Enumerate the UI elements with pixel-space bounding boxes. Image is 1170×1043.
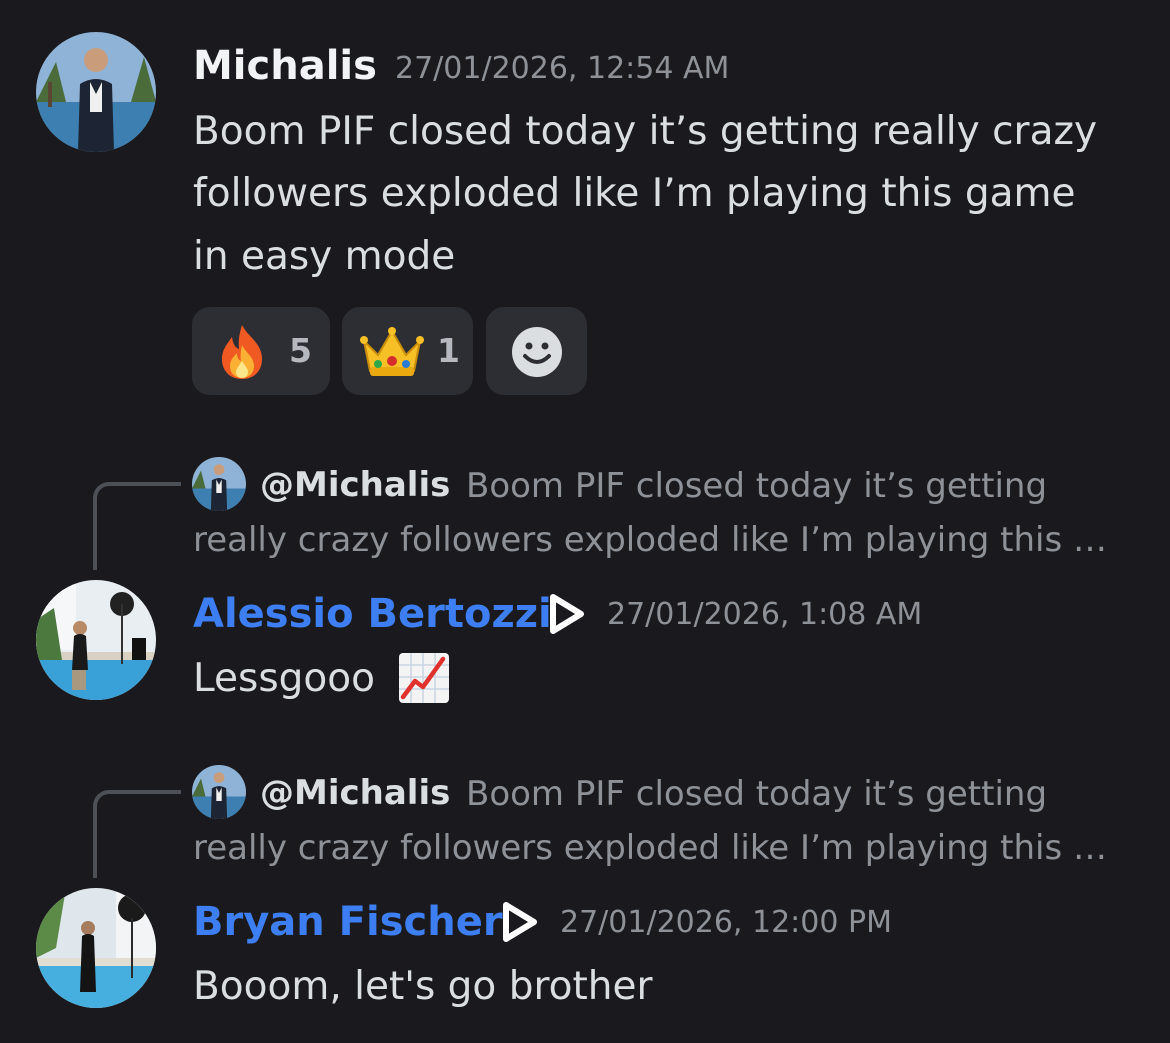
username[interactable]: Bryan Fischer [193,902,503,942]
timestamp: 27/01/2026, 1:08 AM [607,597,923,632]
message-text: Lessgooo [193,656,376,701]
avatar[interactable] [36,32,156,152]
timestamp: 27/01/2026, 12:54 AM [395,51,730,86]
reply-preview-line[interactable]: really crazy followers exploded like I’m… [193,513,1107,567]
reaction-count: 5 [289,331,312,370]
avatar[interactable] [36,888,156,1008]
reply-avatar [192,765,246,819]
smiley-add-icon [511,326,563,382]
message-line: followers exploded like I’m playing this… [193,171,1076,216]
username[interactable]: Alessio Bertozzi [193,594,552,634]
message-alessio: @Michalis Boom PIF closed today it’s get… [0,440,1170,730]
reply-connector [93,790,181,878]
reply-author[interactable]: @Michalis [260,468,450,502]
reaction-fire[interactable]: 5 [192,307,330,395]
crown-icon [360,327,424,383]
add-reaction-button[interactable] [486,307,587,395]
play-badge-icon[interactable] [543,591,589,637]
message-michalis: Michalis 27/01/2026, 12:54 AM Boom PIF c… [0,0,1170,410]
chart-increasing-icon [397,651,451,705]
message-bryan: @Michalis Boom PIF closed today it’s get… [0,748,1170,1043]
message-line: Boom PIF closed today it’s getting reall… [193,109,1098,154]
username[interactable]: Michalis [193,46,377,86]
reply-author[interactable]: @Michalis [260,776,450,810]
timestamp: 27/01/2026, 12:00 PM [560,905,892,940]
fire-icon [214,323,270,385]
reply-avatar [192,457,246,511]
reply-preview-line[interactable]: really crazy followers exploded like I’m… [193,821,1107,875]
reply-preview-line[interactable]: Boom PIF closed today it’s getting [466,767,1047,821]
reply-connector [93,482,181,570]
play-badge-icon[interactable] [496,899,542,945]
reaction-crown[interactable]: 1 [342,307,473,395]
message-line: in easy mode [193,234,456,279]
reply-preview-line[interactable]: Boom PIF closed today it’s getting [466,459,1047,513]
reaction-count: 1 [437,331,460,370]
avatar[interactable] [36,580,156,700]
message-text: Booom, let's go brother [193,964,653,1009]
